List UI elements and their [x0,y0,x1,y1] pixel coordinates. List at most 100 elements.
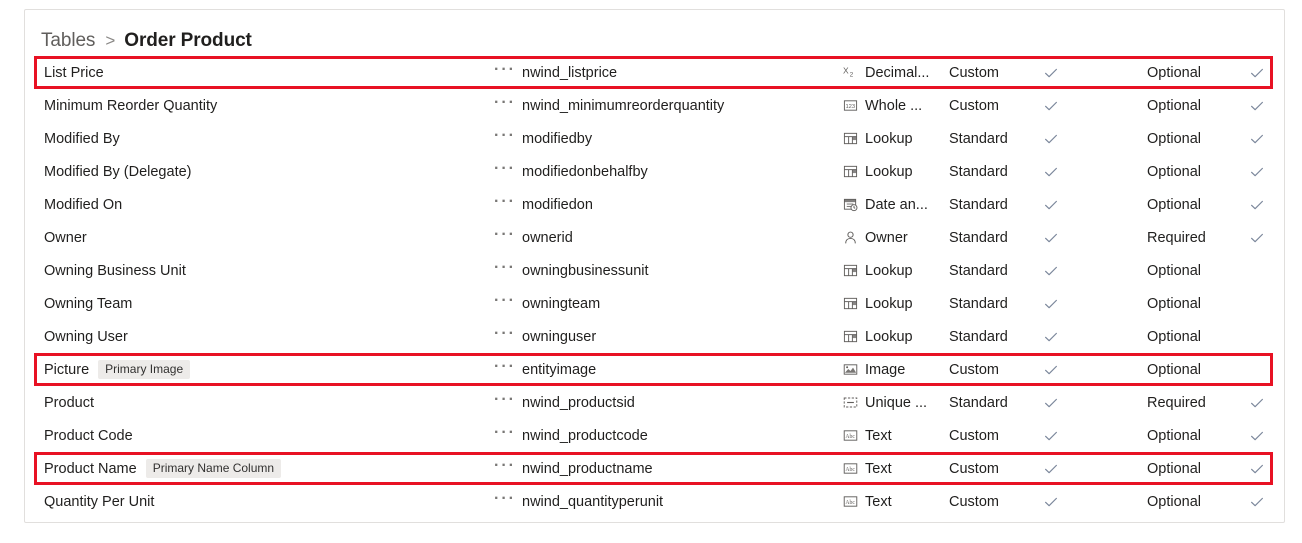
text-icon: Abc [842,460,859,477]
column-origin-cell: Standard [949,155,1049,188]
column-badge: Primary Image [98,360,191,379]
column-searchable-cell [1249,452,1295,485]
column-display-name-cell[interactable]: Modified On [44,188,474,221]
column-customizable-cell [1043,386,1099,419]
column-requirement-label: Optional [1147,361,1202,378]
column-display-name: Modified By [44,130,120,147]
column-customizable-cell [1043,419,1099,452]
table-row[interactable]: Product Name Primary Name Column ··· nwind_… [25,452,1284,485]
column-display-name-cell[interactable]: Modified By [44,122,474,155]
breadcrumb: Tables > Order Product [41,27,252,55]
column-searchable-cell [1249,419,1295,452]
column-customizable-cell [1043,155,1099,188]
column-origin-label: Standard [949,130,1008,147]
column-logical-name-cell: nwind_productcode [522,419,842,452]
table-row[interactable]: Product ··· nwind_productsid Unique ... Stan… [25,386,1284,419]
more-options-icon: ··· [494,126,516,144]
column-display-name-cell[interactable]: Modified By (Delegate) [44,155,474,188]
column-logical-name-cell: nwind_listprice [522,56,842,89]
column-display-name-cell[interactable]: Product Code [44,419,474,452]
check-icon [1043,164,1059,180]
breadcrumb-tables-link[interactable]: Tables [41,30,95,52]
column-requirement-cell: Required [1147,221,1257,254]
column-display-name: Minimum Reorder Quantity [44,97,218,114]
column-display-name-cell[interactable]: Owning Business Unit [44,254,474,287]
column-logical-name-cell: modifiedon [522,188,842,221]
date-time-icon [842,196,859,213]
check-icon [1043,461,1059,477]
check-icon [1249,230,1265,246]
more-options-icon: ··· [494,291,516,309]
image-icon [842,361,859,378]
table-row[interactable]: Modified By (Delegate) ··· modifiedonbehal… [25,155,1284,188]
text-icon: Abc [842,493,859,510]
column-data-type-label: Lookup [865,262,913,279]
column-logical-name: nwind_productname [522,460,653,477]
column-requirement-label: Optional [1147,460,1202,477]
column-origin-label: Custom [949,97,999,114]
column-display-name-cell[interactable]: Owning User [44,320,474,353]
table-row[interactable]: Owning Team ··· owningteam Lookup Standard Op… [25,287,1284,320]
column-customizable-cell [1043,485,1099,518]
check-icon [1043,263,1059,279]
column-display-name: Modified By (Delegate) [44,163,192,180]
check-icon [1043,329,1059,345]
svg-text:Abc: Abc [845,467,855,473]
column-origin-cell: Standard [949,221,1049,254]
check-icon [1043,65,1059,81]
column-requirement-cell: Optional [1147,89,1257,122]
column-origin-cell: Custom [949,56,1049,89]
table-row[interactable]: Quantity Per Unit ··· nwind_quantityperuni… [25,485,1284,518]
column-logical-name: modifiedonbehalfby [522,163,648,180]
column-display-name-cell[interactable]: Minimum Reorder Quantity [44,89,474,122]
column-display-name-cell[interactable]: Owning Team [44,287,474,320]
column-searchable-cell [1249,221,1295,254]
check-icon [1249,428,1265,444]
more-options-icon: ··· [494,258,516,276]
column-logical-name-cell: nwind_productsid [522,386,842,419]
column-display-name-cell[interactable]: Quantity Per Unit [44,485,474,518]
column-origin-label: Standard [949,229,1008,246]
column-data-type-label: Unique ... [865,394,928,411]
owner-person-icon [842,229,859,246]
table-row[interactable]: Owning Business Unit ··· owningbusinessuni… [25,254,1284,287]
column-data-type-label: Text [865,460,892,477]
table-row[interactable]: Modified On ··· modifiedon Date an... Standa… [25,188,1284,221]
column-customizable-cell [1043,188,1099,221]
check-icon [1043,98,1059,114]
table-row[interactable]: Owner ··· ownerid Owner Standard Required [25,221,1284,254]
column-origin-label: Custom [949,427,999,444]
svg-text:Abc: Abc [845,434,855,440]
more-options-icon: ··· [494,324,516,342]
column-data-type-label: Image [865,361,906,378]
column-data-type-label: Text [865,493,892,510]
table-columns-screen: Tables > Order Product List Price ··· nwin… [0,0,1302,543]
column-origin-cell: Custom [949,89,1049,122]
column-data-type-label: Lookup [865,328,913,345]
column-origin-cell: Standard [949,254,1049,287]
column-requirement-cell: Optional [1147,155,1257,188]
table-row[interactable]: Modified By ··· modifiedby Lookup Standard Op… [25,122,1284,155]
column-requirement-cell: Optional [1147,353,1257,386]
table-row[interactable]: Minimum Reorder Quantity ··· nwind_minimum… [25,89,1284,122]
column-display-name-cell[interactable]: List Price [44,56,474,89]
column-display-name-cell[interactable]: Owner [44,221,474,254]
column-origin-cell: Standard [949,320,1049,353]
column-origin-label: Custom [949,64,999,81]
column-origin-cell: Custom [949,419,1049,452]
column-display-name-cell[interactable]: Picture Primary Image [44,353,474,386]
check-icon [1043,131,1059,147]
column-searchable-cell [1249,155,1295,188]
table-row[interactable]: Owning User ··· owninguser Lookup Standard Op… [25,320,1284,353]
column-data-type-label: Owner [865,229,908,246]
table-row[interactable]: List Price ··· nwind_listprice X 2 Decimal...… [25,56,1284,89]
column-searchable-cell [1249,122,1295,155]
column-display-name: Owning Team [44,295,133,312]
breadcrumb-current-table: Order Product [124,30,252,51]
column-display-name-cell[interactable]: Product [44,386,474,419]
table-row[interactable]: Picture Primary Image ··· entityimage Image C… [25,353,1284,386]
column-logical-name-cell: owninguser [522,320,842,353]
column-display-name-cell[interactable]: Product Name Primary Name Column [44,452,474,485]
table-row[interactable]: Product Code ··· nwind_productcode Abc Text C… [25,419,1284,452]
column-searchable-cell [1249,320,1295,353]
